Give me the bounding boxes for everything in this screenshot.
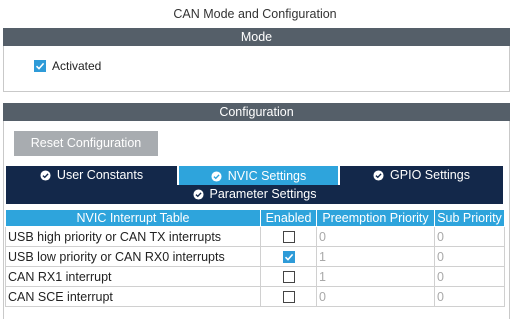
activated-checkbox[interactable]	[34, 60, 46, 72]
activated-label: Activated	[52, 59, 102, 73]
preemption-priority-cell[interactable]: 1	[316, 266, 435, 287]
sub-priority-cell[interactable]: 0	[434, 226, 505, 247]
tab-parameter-settings[interactable]: Parameter Settings	[6, 185, 503, 204]
check-circle-icon	[40, 170, 51, 181]
check-circle-icon	[192, 189, 204, 200]
mode-section: Activated	[3, 46, 510, 92]
table-header-row: NVIC Interrupt Table Enabled Preemption …	[5, 209, 505, 227]
table-row[interactable]: USB high priority or CAN TX interrupts 0…	[5, 226, 505, 247]
check-circle-icon	[211, 170, 222, 182]
sub-priority-cell[interactable]: 0	[434, 286, 505, 307]
reset-configuration-button[interactable]: Reset Configuration	[14, 131, 158, 156]
enabled-checkbox[interactable]	[282, 291, 295, 304]
enabled-checkbox[interactable]	[282, 251, 295, 264]
tab-user-constants[interactable]: User Constants	[6, 166, 177, 185]
table-row[interactable]: USB low priority or CAN RX0 interrupts 1…	[5, 246, 505, 267]
table-row[interactable]: CAN RX1 interrupt 1 0	[5, 266, 505, 287]
sub-priority-cell[interactable]: 0	[434, 246, 505, 267]
column-header-preemption[interactable]: Preemption Priority	[316, 209, 435, 227]
preemption-priority-cell[interactable]: 0	[316, 226, 435, 247]
sub-priority-cell[interactable]: 0	[434, 266, 505, 287]
enabled-cell	[260, 286, 317, 307]
tab-label: GPIO Settings	[390, 168, 470, 182]
configuration-section-header: Configuration	[3, 103, 510, 121]
interrupt-name: USB high priority or CAN TX interrupts	[5, 226, 261, 247]
column-header-enabled[interactable]: Enabled	[260, 209, 317, 227]
column-header-sub-priority[interactable]: Sub Priority	[434, 209, 505, 227]
interrupt-name: CAN SCE interrupt	[5, 286, 261, 307]
interrupt-name: CAN RX1 interrupt	[5, 266, 261, 287]
preemption-priority-cell[interactable]: 0	[316, 286, 435, 307]
tab-label: User Constants	[56, 168, 144, 182]
check-circle-icon	[373, 170, 384, 181]
enabled-checkbox[interactable]	[282, 271, 295, 284]
checkmark-icon	[284, 254, 293, 261]
tab-label: Parameter Settings	[209, 187, 317, 201]
preemption-priority-cell[interactable]: 1	[316, 246, 435, 267]
interrupt-name: USB low priority or CAN RX0 interrupts	[5, 246, 261, 267]
enabled-checkbox[interactable]	[282, 231, 295, 244]
enabled-cell	[260, 226, 317, 247]
mode-section-header: Mode	[3, 28, 510, 46]
column-header-interrupt[interactable]: NVIC Interrupt Table	[5, 209, 261, 227]
tab-gpio-settings[interactable]: GPIO Settings	[340, 166, 503, 185]
activated-checkbox-row[interactable]: Activated	[34, 59, 101, 73]
tab-nvic-settings[interactable]: NVIC Settings	[179, 166, 338, 186]
table-row[interactable]: CAN SCE interrupt 0 0	[5, 286, 505, 307]
checkmark-icon	[35, 62, 45, 70]
enabled-cell	[260, 266, 317, 287]
nvic-interrupt-table: NVIC Interrupt Table Enabled Preemption …	[5, 209, 505, 307]
window-title: CAN Mode and Configuration	[173, 7, 337, 21]
tab-label: NVIC Settings	[227, 168, 307, 183]
enabled-cell	[260, 246, 317, 267]
